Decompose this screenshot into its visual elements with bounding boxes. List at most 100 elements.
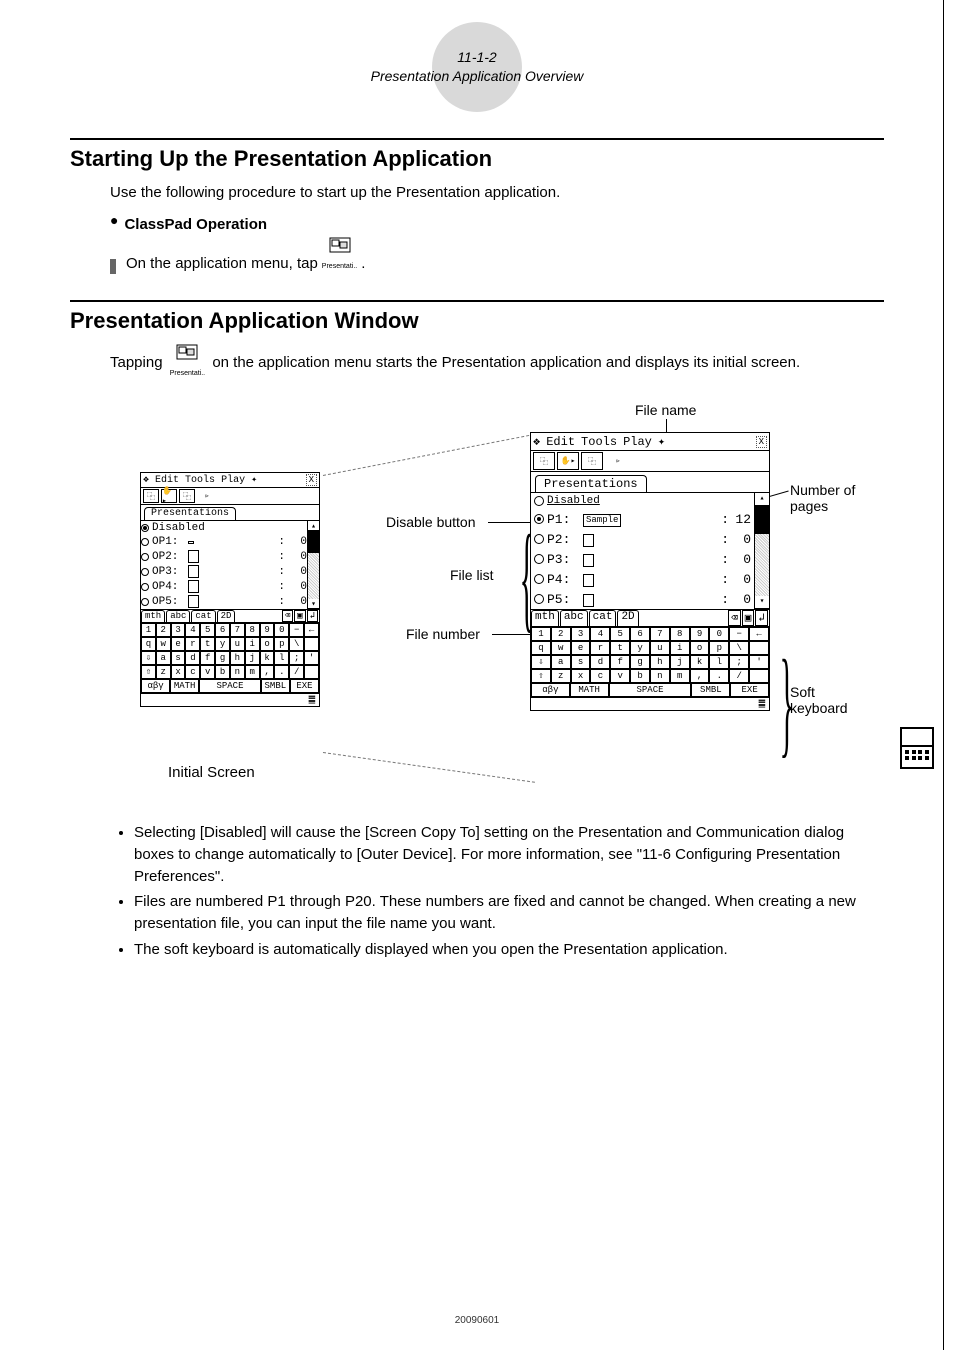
radio-icon[interactable] [534, 514, 544, 524]
file-row[interactable]: P5: :0 [531, 589, 754, 609]
key[interactable]: g [630, 655, 650, 669]
kbd-tab[interactable]: mth [141, 610, 165, 622]
key[interactable]: 5 [610, 627, 630, 641]
menu-icon[interactable]: ❖ [143, 474, 149, 486]
key[interactable]: ' [304, 651, 319, 665]
key[interactable]: \ [289, 637, 304, 651]
key[interactable]: w [156, 637, 171, 651]
radio-icon[interactable] [534, 496, 544, 506]
kbd-tab[interactable]: abc [166, 610, 190, 622]
key[interactable]: p [709, 641, 729, 655]
file-row[interactable]: OP3: :0 [141, 564, 307, 579]
key[interactable]: j [670, 655, 690, 669]
key[interactable]: w [551, 641, 571, 655]
key[interactable]: , [690, 669, 710, 683]
key[interactable]: j [245, 651, 260, 665]
key[interactable] [304, 665, 319, 679]
kbd-tool-icon[interactable]: ⌫ [728, 610, 741, 626]
radio-icon[interactable] [141, 583, 149, 591]
key[interactable]: 5 [200, 623, 215, 637]
menu-tools[interactable]: Tools [185, 475, 215, 486]
tool-icon[interactable]: ⿻ [533, 452, 555, 470]
key[interactable]: e [171, 637, 186, 651]
file-row[interactable]: OP4: :0 [141, 579, 307, 594]
key[interactable]: 3 [171, 623, 186, 637]
tab-presentations[interactable]: Presentations [144, 507, 236, 520]
key[interactable]: u [230, 637, 245, 651]
key[interactable]: 1 [141, 623, 156, 637]
disabled-row[interactable]: Disabled [531, 493, 754, 509]
key[interactable]: x [571, 669, 591, 683]
key[interactable]: b [215, 665, 230, 679]
key[interactable]: 6 [630, 627, 650, 641]
key[interactable]: i [670, 641, 690, 655]
file-row[interactable]: OP2: :0 [141, 549, 307, 564]
key[interactable]: y [630, 641, 650, 655]
key[interactable]: r [590, 641, 610, 655]
kbd-tab[interactable]: mth [531, 610, 559, 626]
key[interactable]: 4 [185, 623, 200, 637]
scrollbar[interactable]: ▴▾ [307, 521, 319, 609]
key[interactable]: , [260, 665, 275, 679]
key[interactable]: d [185, 651, 200, 665]
key[interactable]: q [141, 637, 156, 651]
key[interactable]: 2 [551, 627, 571, 641]
key[interactable]: h [230, 651, 245, 665]
kbd-tab[interactable]: 2D [617, 610, 638, 626]
radio-icon[interactable] [141, 538, 149, 546]
key[interactable]: k [690, 655, 710, 669]
key[interactable]: t [200, 637, 215, 651]
key[interactable]: ; [289, 651, 304, 665]
close-icon[interactable]: X [756, 436, 767, 448]
tab-presentations[interactable]: Presentations [535, 475, 647, 492]
key[interactable]: SMBL [691, 683, 730, 697]
key[interactable]: 7 [230, 623, 245, 637]
key[interactable]: 8 [670, 627, 690, 641]
key[interactable]: y [215, 637, 230, 651]
soft-keyboard[interactable]: mth abc cat 2D ⌫ ▣ ↲ 1234567890−←qwertyu… [141, 609, 319, 693]
kbd-tab[interactable]: cat [191, 610, 215, 622]
kbd-tab[interactable]: 2D [217, 610, 236, 622]
key[interactable] [304, 637, 319, 651]
tool-icon[interactable]: ⿻ [143, 489, 159, 503]
key[interactable]: EXE [290, 679, 319, 693]
key[interactable]: 3 [571, 627, 591, 641]
kbd-tool-icon[interactable]: ▣ [294, 610, 305, 622]
key[interactable]: b [630, 669, 650, 683]
key[interactable]: 8 [245, 623, 260, 637]
key[interactable]: r [185, 637, 200, 651]
menu-edit[interactable]: Edit [155, 475, 179, 486]
key[interactable]: e [571, 641, 591, 655]
key[interactable]: MATH [170, 679, 199, 693]
key[interactable]: ← [304, 623, 319, 637]
radio-icon[interactable] [141, 568, 149, 576]
menu-edit[interactable]: Edit [546, 435, 575, 449]
radio-icon[interactable] [534, 574, 544, 584]
key[interactable]: 1 [531, 627, 551, 641]
key[interactable]: s [571, 655, 591, 669]
menu-tools[interactable]: Tools [581, 435, 617, 449]
menu-play[interactable]: Play [623, 435, 652, 449]
key[interactable]: t [610, 641, 630, 655]
key[interactable]: h [650, 655, 670, 669]
kbd-tab[interactable]: cat [589, 610, 617, 626]
key[interactable]: αβγ [531, 683, 570, 697]
radio-icon[interactable] [141, 553, 149, 561]
key[interactable]: ⇧ [531, 669, 551, 683]
key[interactable]: − [289, 623, 304, 637]
key[interactable]: . [709, 669, 729, 683]
scrollbar[interactable]: ▴▾ [754, 493, 769, 609]
key[interactable]: ⇩ [141, 651, 156, 665]
menu-play[interactable]: Play [221, 475, 245, 486]
key[interactable]: c [590, 669, 610, 683]
menu-icon[interactable]: ❖ [533, 434, 540, 449]
key[interactable]: SPACE [199, 679, 261, 693]
key[interactable]: i [245, 637, 260, 651]
key[interactable]: / [289, 665, 304, 679]
file-row[interactable]: OP5: :0 [141, 594, 307, 609]
key[interactable]: z [551, 669, 571, 683]
key[interactable]: f [200, 651, 215, 665]
key[interactable]: v [200, 665, 215, 679]
key[interactable]: f [610, 655, 630, 669]
key[interactable]: SMBL [261, 679, 290, 693]
